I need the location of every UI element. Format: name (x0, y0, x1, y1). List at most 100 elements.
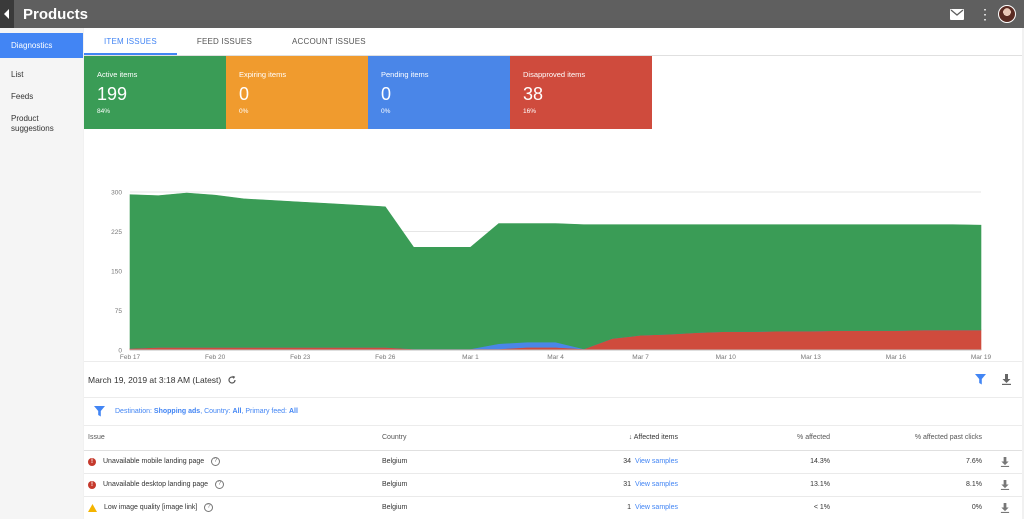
snapshot-date: March 19, 2019 at 3:18 AM (Latest) (88, 374, 222, 385)
x-tick-label: Feb 26 (375, 354, 396, 361)
affected-cell: 1 View samples (582, 496, 678, 519)
affected-cell: 31 View samples (582, 473, 678, 497)
col-actions (982, 426, 1022, 451)
row-download-button[interactable] (982, 496, 1022, 519)
x-tick-label: Mar 7 (632, 354, 649, 361)
mail-icon[interactable] (950, 8, 964, 20)
table-row[interactable]: Low image quality [image link]? Belgium … (84, 496, 1022, 519)
filter-feed-value: All (288, 408, 298, 415)
main-panel: ITEM ISSUES FEED ISSUES ACCOUNT ISSUES A… (84, 28, 1022, 519)
items-chart-svg: 075150225300Feb 17 Feb 20 Feb 23 Feb 26 Mar … (111, 190, 992, 362)
percent-cell: 14.3% (678, 450, 830, 474)
card-pending-items[interactable]: Pending items 0 0% (368, 56, 510, 129)
warning-icon (88, 503, 97, 512)
back-button[interactable] (0, 0, 14, 28)
download-icon (1000, 502, 1010, 513)
col-affected-items[interactable]: ↓ Affected items (582, 426, 678, 451)
row-download-button[interactable] (982, 473, 1022, 497)
country-cell: Belgium (382, 496, 582, 519)
summary-cards: Active items 199 84% Expiring items 0 0%… (84, 56, 652, 129)
affected-cell: 34 View samples (582, 450, 678, 474)
card-label: Active items (97, 70, 138, 79)
card-active-items[interactable]: Active items 199 84% (84, 56, 226, 129)
app-bar: Products ⋮ (0, 0, 1024, 28)
card-label: Expiring items (239, 70, 287, 79)
filter-bar[interactable]: Destination: Shopping ads, Country: All,… (84, 398, 1022, 426)
col-affected-items-label: Affected items (633, 434, 678, 442)
avatar[interactable] (998, 5, 1016, 23)
tab-account-issues[interactable]: ACCOUNT ISSUES (272, 37, 386, 55)
card-value: 199 (97, 84, 128, 104)
more-options-icon[interactable]: ⋮ (978, 7, 992, 21)
sidebar: Diagnostics List Feeds Product suggestio… (0, 28, 83, 519)
issue-name: Unavailable desktop landing page (103, 481, 209, 488)
error-icon: ! (88, 480, 96, 489)
help-icon[interactable]: ? (211, 457, 221, 466)
x-tick-label: Mar 1 (462, 354, 479, 361)
y-tick-label: 300 (111, 190, 122, 197)
card-percent: 0% (381, 108, 391, 115)
card-percent: 16% (523, 108, 537, 115)
tab-item-issues[interactable]: ITEM ISSUES (84, 37, 177, 55)
table-header-row: Issue Country ↓ Affected items % affecte… (84, 426, 1022, 451)
affected-count: 31 (623, 481, 632, 488)
filter-destination-label: Destination: (115, 408, 152, 415)
card-percent: 0% (239, 108, 249, 115)
view-samples-link[interactable]: View samples (635, 481, 678, 488)
refresh-icon[interactable] (227, 375, 237, 385)
col-issue: Issue (84, 426, 382, 451)
y-tick-label: 150 (111, 269, 122, 276)
sidebar-item-feeds[interactable]: Feeds (0, 92, 83, 102)
col-past-clicks: % affected past clicks (830, 426, 982, 451)
items-chart: 0 75 150 225 300 Feb 17 Feb 20 Feb 23 Feb 26 Mar … (84, 154, 1022, 364)
table-row[interactable]: ! Unavailable desktop landing page? Belgi… (84, 473, 1022, 497)
x-tick-label: Mar 4 (547, 354, 564, 361)
card-value: 0 (239, 84, 250, 104)
country-cell: Belgium (382, 450, 582, 474)
back-arrow-icon (4, 9, 9, 19)
filter-country-value: All (232, 408, 242, 415)
y-tick-label: 75 (115, 308, 123, 315)
filter-country-label: , Country: (200, 408, 231, 415)
filter-icon[interactable] (975, 374, 986, 385)
card-label: Pending items (381, 70, 429, 79)
x-tick-label: Feb 17 (120, 354, 141, 361)
error-icon: ! (88, 457, 96, 466)
x-tick-label: Feb 23 (290, 354, 311, 361)
card-expiring-items[interactable]: Expiring items 0 0% (226, 56, 368, 129)
x-tick-label: Mar 10 (716, 354, 737, 361)
row-download-button[interactable] (982, 450, 1022, 474)
filter-feed-label: , Primary feed: (241, 408, 287, 415)
card-label: Disapproved items (523, 70, 586, 79)
help-icon[interactable]: ? (204, 503, 214, 512)
series-area-2 (129, 192, 982, 350)
table-row[interactable]: ! Unavailable mobile landing page? Belgiu… (84, 450, 1022, 474)
x-tick-label: Mar 19 (971, 354, 992, 361)
sidebar-item-product-suggestions[interactable]: Product suggestions (0, 114, 70, 134)
affected-count: 1 (627, 504, 632, 511)
clicks-cell: 0% (830, 496, 982, 519)
filter-destination-value: Shopping ads (153, 408, 201, 415)
view-samples-link[interactable]: View samples (635, 458, 678, 465)
filter-icon (94, 406, 105, 417)
help-icon[interactable]: ? (215, 480, 225, 489)
clicks-cell: 7.6% (830, 450, 982, 474)
card-value: 38 (523, 84, 544, 104)
card-disapproved-items[interactable]: Disapproved items 38 16% (510, 56, 652, 129)
x-tick-label: Mar 13 (801, 354, 822, 361)
date-bar: March 19, 2019 at 3:18 AM (Latest) (84, 362, 1022, 398)
x-tick-label: Feb 20 (205, 354, 226, 361)
affected-count: 34 (623, 458, 632, 465)
issues-section: March 19, 2019 at 3:18 AM (Latest) Desti… (84, 361, 1022, 519)
tab-bar: ITEM ISSUES FEED ISSUES ACCOUNT ISSUES (84, 28, 1022, 56)
view-samples-link[interactable]: View samples (635, 504, 678, 511)
app-bar-actions: ⋮ (950, 0, 1016, 28)
percent-cell: < 1% (678, 496, 830, 519)
download-icon (1000, 479, 1010, 490)
sidebar-item-list[interactable]: List (0, 70, 83, 80)
y-tick-label: 225 (111, 229, 122, 236)
tab-feed-issues[interactable]: FEED ISSUES (177, 37, 272, 55)
sidebar-item-diagnostics[interactable]: Diagnostics (0, 33, 83, 58)
card-value: 0 (381, 84, 392, 104)
download-icon[interactable] (1001, 374, 1012, 385)
